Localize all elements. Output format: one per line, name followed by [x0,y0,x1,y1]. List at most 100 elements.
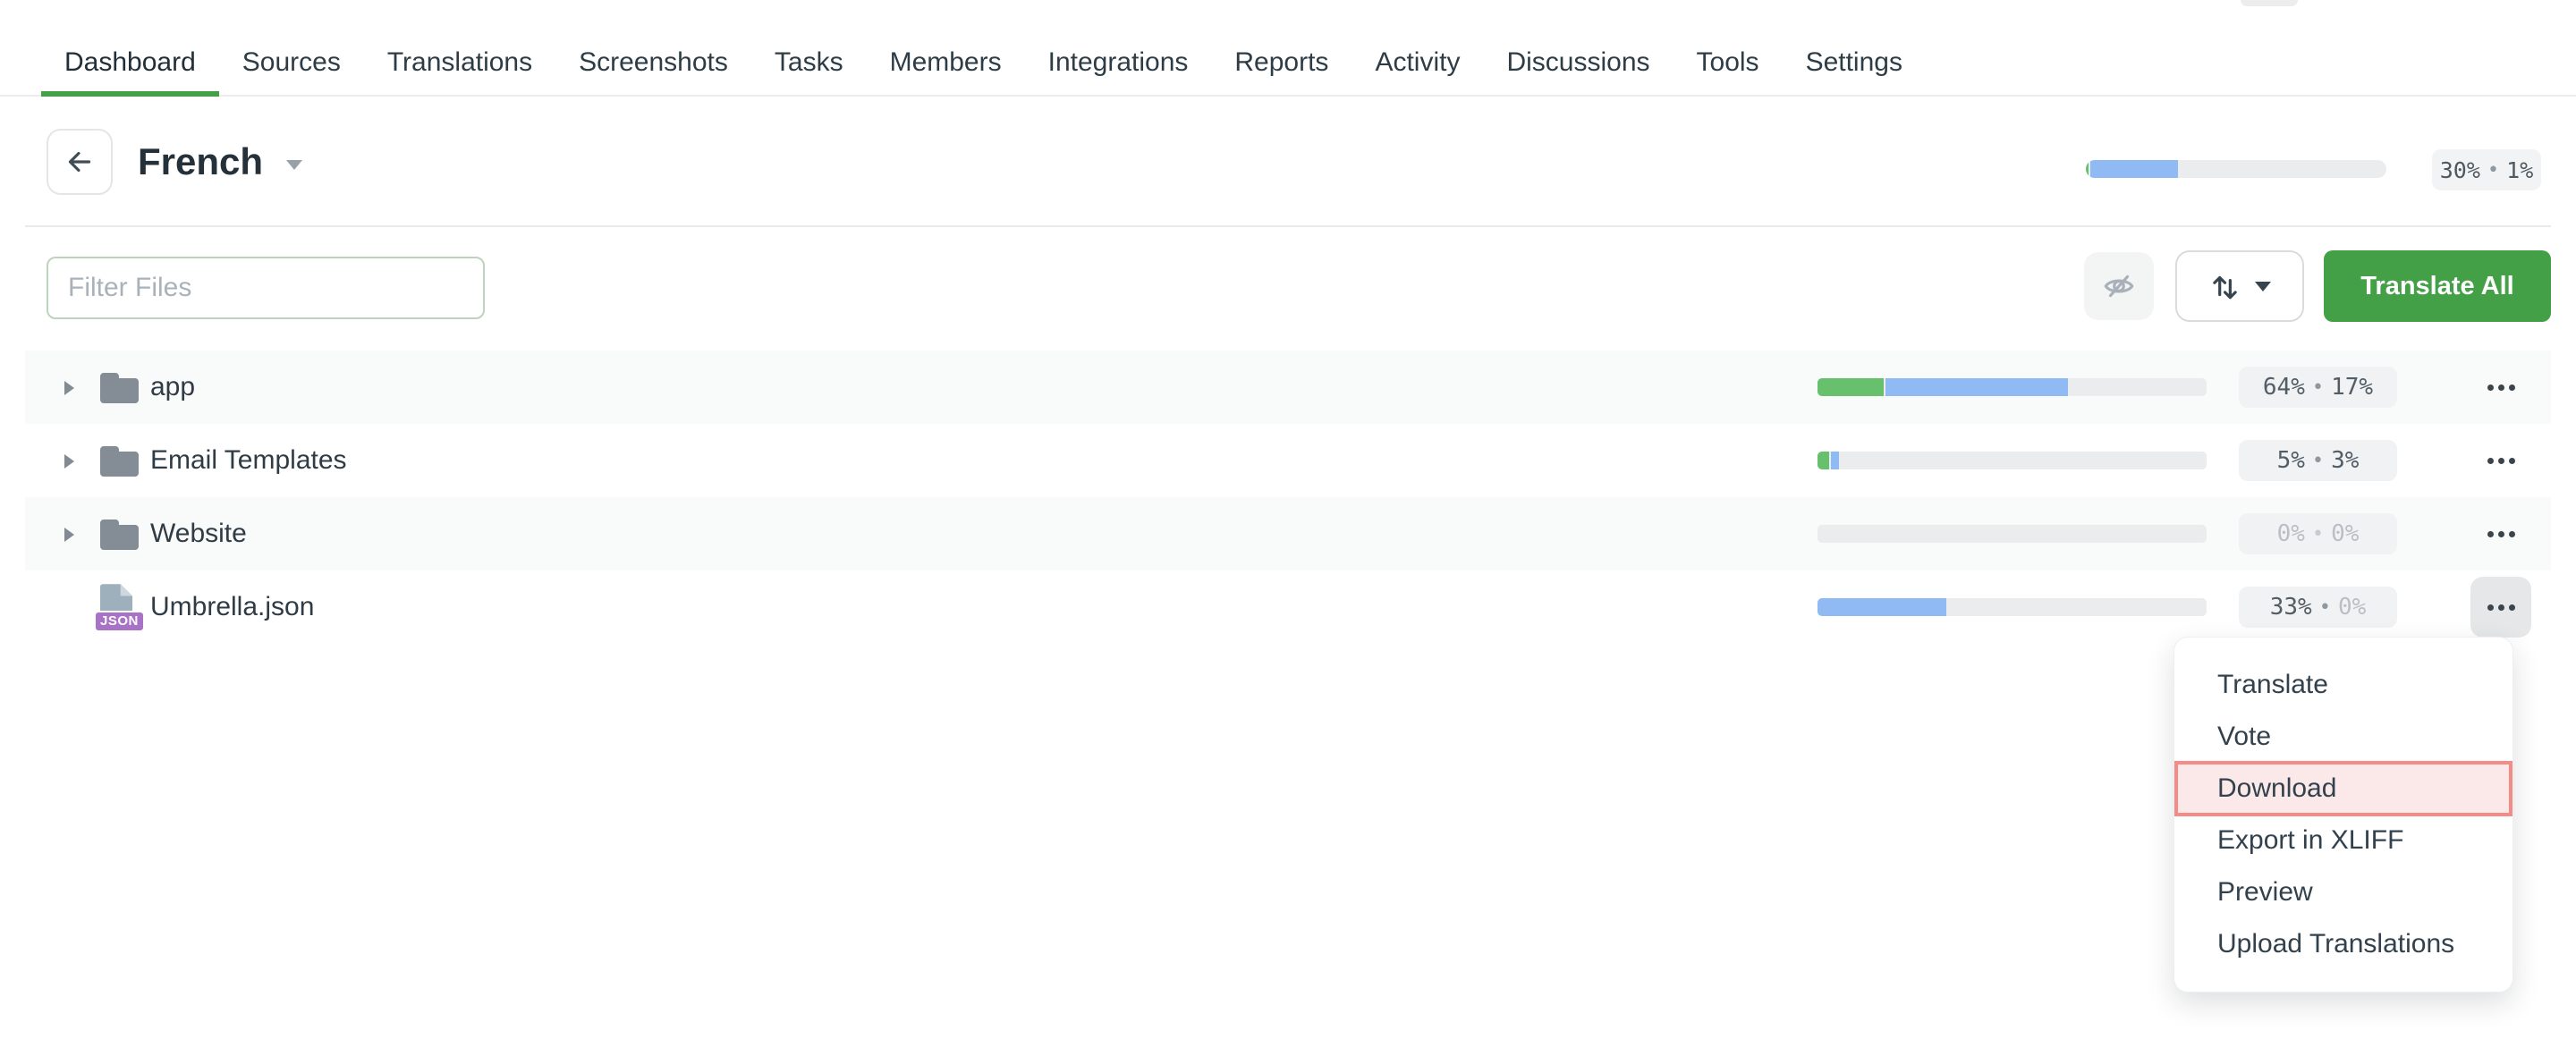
approved-progress-segment [1818,378,1884,396]
language-dropdown[interactable]: French [138,129,302,195]
tab-integrations[interactable]: Integrations [1025,0,1212,95]
translate-all-button[interactable]: Translate All [2324,250,2551,322]
folder-icon [100,520,139,550]
tab-label: Reports [1234,47,1328,78]
tab-label: Tasks [775,47,843,78]
menu-item-label: Download [2217,773,2336,804]
file-list: JSON app 64% • 17% JSON Email Templates [25,351,2551,644]
file-name[interactable]: Email Templates [150,424,347,497]
tab-settings[interactable]: Settings [1783,0,1926,95]
tab-dashboard[interactable]: Dashboard [41,0,219,95]
file-menu-button[interactable] [2470,577,2531,638]
tab-reports[interactable]: Reports [1211,0,1352,95]
page-title: French [138,140,263,183]
tab-label: Activity [1375,47,1460,78]
header-divider [25,225,2551,227]
file-row-umbrella-json[interactable]: JSON Umbrella.json 33% • 0% [25,570,2551,644]
approved-progress-segment [1818,452,1829,469]
project-dashboard-page: Dashboard Sources Translations Screensho… [0,0,2576,1039]
sort-button[interactable] [2175,250,2304,322]
file-name[interactable]: Website [150,497,247,570]
eye-off-icon [2102,269,2136,303]
translated-progress-segment [1818,598,1946,616]
translated-progress-segment [2090,160,2177,178]
translated-percent: 30% [2440,157,2480,183]
file-context-menu: Translate Vote Download Export in XLIFF … [2174,637,2513,993]
chevron-right-icon[interactable] [64,528,74,542]
chevron-right-icon[interactable] [64,454,74,469]
file-progress-bar [1818,452,2207,469]
back-button[interactable] [47,129,113,195]
menu-item-translate[interactable]: Translate [2174,659,2512,711]
cutoff-element [2241,0,2298,6]
file-progress-badge: 5% • 3% [2239,440,2397,481]
file-menu-button[interactable] [2470,503,2531,564]
dot-separator: • [2312,523,2324,545]
menu-item-label: Vote [2217,722,2271,752]
ellipsis-icon [2487,458,2494,464]
file-row-app[interactable]: JSON app 64% • 17% [25,351,2551,424]
translated-percent: 0% [2277,520,2305,547]
translated-progress-segment [1885,378,2068,396]
tab-screenshots[interactable]: Screenshots [555,0,751,95]
topnav: Dashboard Sources Translations Screensho… [0,0,2576,97]
file-progress-bar [1818,378,2207,396]
tab-sources[interactable]: Sources [219,0,364,95]
tab-label: Integrations [1048,47,1189,78]
json-badge: JSON [94,611,145,632]
language-progress-badge: 30% • 1% [2432,149,2541,190]
tab-members[interactable]: Members [867,0,1025,95]
file-menu-button[interactable] [2470,357,2531,418]
language-progress-bar [2086,160,2386,178]
topnav-tabs: Dashboard Sources Translations Screensho… [41,0,1926,95]
json-file-icon: JSON [100,584,136,630]
filter-files-input[interactable] [47,257,485,319]
translated-percent: 33% [2270,594,2312,621]
menu-item-download[interactable]: Download [2174,761,2512,816]
menu-item-label: Preview [2217,877,2313,908]
menu-item-upload-translations[interactable]: Upload Translations [2174,918,2512,970]
dot-separator: • [2312,376,2324,399]
approved-percent: 17% [2331,374,2373,401]
ellipsis-icon [2487,531,2494,537]
translated-progress-segment [1831,452,1839,469]
file-progress-badge: 0% • 0% [2239,513,2397,554]
file-progress-bar [1818,598,2207,616]
file-name[interactable]: Umbrella.json [150,570,314,644]
tab-label: Tools [1697,47,1759,78]
toggle-hidden-files-button[interactable] [2084,252,2154,320]
tab-tools[interactable]: Tools [1674,0,1783,95]
file-progress-bar [1818,525,2207,543]
tab-label: Members [890,47,1002,78]
chevron-down-icon [2255,282,2271,291]
chevron-down-icon [286,160,302,170]
arrow-left-icon [63,145,97,179]
tab-label: Settings [1806,47,1902,78]
approved-progress-segment [2086,160,2089,178]
dot-separator: • [2312,450,2324,472]
menu-item-preview[interactable]: Preview [2174,866,2512,918]
file-row-website[interactable]: JSON Website 0% • 0% [25,497,2551,570]
tab-discussions[interactable]: Discussions [1483,0,1673,95]
tab-label: Sources [242,47,341,78]
file-menu-button[interactable] [2470,430,2531,491]
tab-label: Dashboard [64,47,196,78]
folder-icon [100,373,139,403]
tab-label: Translations [387,47,532,78]
tab-activity[interactable]: Activity [1352,0,1483,95]
approved-percent: 0% [2331,520,2359,547]
file-name[interactable]: app [150,351,195,424]
menu-item-export-in-xliff[interactable]: Export in XLIFF [2174,815,2512,866]
chevron-right-icon[interactable] [64,381,74,395]
folder-icon [100,446,139,477]
ellipsis-icon [2487,604,2494,611]
tab-label: Screenshots [579,47,728,78]
menu-item-vote[interactable]: Vote [2174,711,2512,763]
file-progress-badge: 64% • 17% [2239,367,2397,408]
translated-percent: 5% [2277,447,2305,474]
menu-item-label: Translate [2217,670,2328,700]
file-row-email-templates[interactable]: JSON Email Templates 5% • 3% [25,424,2551,497]
tab-tasks[interactable]: Tasks [751,0,867,95]
tab-translations[interactable]: Translations [364,0,555,95]
ellipsis-icon [2487,384,2494,391]
